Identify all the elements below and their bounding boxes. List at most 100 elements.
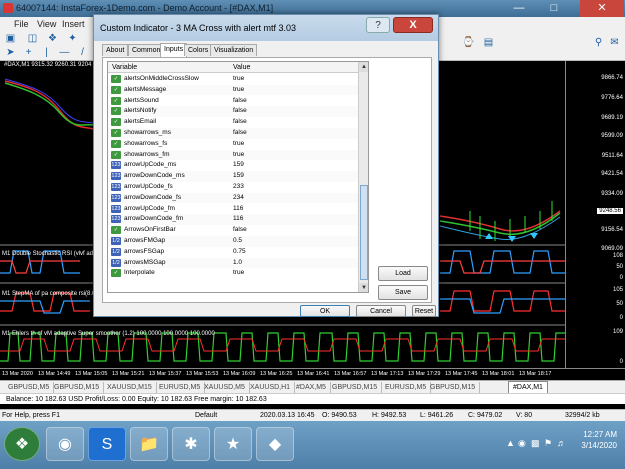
param-value[interactable]: 0.5 [233, 236, 242, 247]
tab-chart[interactable]: XAUUSD,M5 [200, 382, 250, 393]
help-button[interactable]: ? [366, 17, 390, 33]
tab-chart[interactable]: EURUSD,M5 [155, 382, 206, 393]
tab-chart[interactable]: XAUUSD,H1 [246, 382, 296, 393]
column-variable[interactable]: Variable [112, 62, 137, 73]
search-icon[interactable]: ⚲ [592, 37, 605, 48]
tab-chart[interactable]: EURUSD,M5 [381, 382, 432, 393]
grid-scrollbar[interactable]: ▲ ▼ [358, 62, 368, 292]
param-row[interactable]: 123 arrowUpCode_ms 159 [108, 160, 358, 171]
chrome-taskbar-icon[interactable]: ◉ [46, 427, 84, 461]
zoom-clock-icon[interactable]: ⌚ [462, 37, 475, 48]
vertical-line-icon[interactable]: | [40, 47, 53, 58]
chat-icon[interactable]: ✉ [608, 37, 621, 48]
param-name: arrowsMSGap [124, 258, 166, 266]
market-watch-icon[interactable]: ✦ [66, 33, 79, 44]
horizontal-line-icon[interactable]: — [58, 47, 71, 58]
menu-view[interactable]: View [37, 19, 56, 29]
param-value[interactable]: 0.75 [233, 247, 246, 258]
tab-chart[interactable]: XAUUSD,M15 [103, 382, 157, 393]
cancel-button[interactable]: Cancel [356, 305, 406, 317]
tab-chart[interactable]: GBPUSD,M5 [4, 382, 55, 393]
load-button[interactable]: Load [378, 266, 428, 281]
explorer-taskbar-icon[interactable]: 📁 [130, 427, 168, 461]
param-row[interactable]: ✓ ArrowsOnFirstBar false [108, 225, 358, 236]
param-row[interactable]: ✓ Interpolate true [108, 268, 358, 279]
clock[interactable]: 12:27 AM 3/14/2020 [581, 429, 617, 451]
param-value[interactable]: true [233, 74, 244, 85]
param-row[interactable]: 123 arrowDownCode_fs 234 [108, 192, 358, 204]
tray-chevron-icon[interactable]: ▲ [506, 438, 515, 448]
param-row[interactable]: ✓ showarrows_fs true [108, 139, 358, 150]
new-order-icon[interactable]: ▣ [4, 33, 17, 44]
param-value[interactable]: true [233, 139, 244, 150]
scroll-up-icon[interactable]: ▲ [359, 62, 368, 72]
tray-network-icon[interactable]: ▩ [531, 438, 540, 449]
start-button[interactable]: ❖ [4, 427, 40, 461]
param-row[interactable]: ✓ alertsEmail false [108, 117, 358, 128]
param-row[interactable]: 1/2 arrowsFSGap 0.75 [108, 247, 358, 258]
param-row[interactable]: ✓ alertsSound false [108, 96, 358, 107]
param-value[interactable]: false [233, 117, 247, 128]
param-row[interactable]: ✓ alertsOnMiddleCrossSlow true [108, 74, 358, 85]
tab-colors[interactable]: Colors [184, 44, 213, 56]
profiles-icon[interactable]: ◫ [26, 33, 39, 44]
tab-chart[interactable]: GBPUSD,M15 [50, 382, 105, 393]
minimize-button[interactable]: — [505, 0, 533, 17]
param-value[interactable]: 116 [233, 204, 243, 215]
menu-insert[interactable]: Insert [62, 19, 85, 29]
tool-taskbar-icon[interactable]: ◆ [256, 427, 294, 461]
param-value[interactable]: 234 [233, 193, 244, 204]
crosshair-icon[interactable]: + [22, 47, 35, 58]
param-value[interactable]: false [233, 106, 247, 117]
param-value[interactable]: 159 [233, 171, 244, 182]
navigator-icon[interactable]: ❖ [46, 33, 59, 44]
param-row[interactable]: ✓ showarrows_fm true [108, 149, 358, 161]
cursor-icon[interactable]: ➤ [4, 47, 17, 58]
param-value[interactable]: 159 [233, 160, 244, 171]
tab-about[interactable]: About [102, 44, 129, 56]
param-value[interactable]: true [233, 150, 244, 161]
app-taskbar-icon[interactable]: ✱ [172, 427, 210, 461]
close-button[interactable]: ✕ [580, 0, 624, 17]
ok-button[interactable]: OK [300, 305, 350, 317]
tray-volume-icon[interactable]: ♬ [557, 438, 566, 448]
metatrader-taskbar-icon[interactable]: ★ [214, 427, 252, 461]
param-value[interactable]: false [233, 96, 247, 107]
scroll-thumb[interactable] [360, 185, 368, 280]
param-value[interactable]: true [233, 85, 244, 96]
save-button[interactable]: Save [378, 285, 428, 300]
time-label: 13 Mar 16:41 [297, 371, 330, 377]
tab-chart[interactable]: #DAX,M5 [292, 382, 331, 393]
tab-chart[interactable]: GBPUSD,M15 [426, 382, 481, 393]
tab-common[interactable]: Common [128, 44, 165, 56]
dialog-close-button[interactable]: X [393, 17, 433, 33]
reset-button[interactable]: Reset [412, 305, 436, 317]
param-row[interactable]: 123 arrowDownCode_fm 116 [108, 214, 358, 225]
param-row[interactable]: 1/2 arrowsFMGap 0.5 [108, 236, 358, 247]
tray-shield-icon[interactable]: ◉ [518, 438, 526, 449]
trendline-icon[interactable]: / [76, 47, 89, 58]
tab-visualization[interactable]: Visualization [210, 44, 258, 56]
param-value[interactable]: 233 [233, 182, 244, 193]
param-value[interactable]: false [233, 128, 247, 139]
menu-file[interactable]: File [14, 19, 29, 29]
param-value[interactable]: false [233, 225, 247, 236]
param-row[interactable]: 123 arrowUpCode_fm 116 [108, 204, 358, 215]
param-row[interactable]: 1/2 arrowsMSGap 1.0 [108, 257, 358, 269]
tray-flag-icon[interactable]: ⚑ [544, 438, 552, 449]
param-value[interactable]: true [233, 268, 244, 279]
skype-taskbar-icon[interactable]: S [88, 427, 126, 461]
templates-icon[interactable]: ▤ [482, 37, 495, 48]
param-row[interactable]: 123 arrowUpCode_fs 233 [108, 182, 358, 193]
param-value[interactable]: 1.0 [233, 258, 242, 269]
param-row[interactable]: ✓ alertsNotify false [108, 106, 358, 117]
scroll-down-icon[interactable]: ▼ [359, 283, 368, 292]
param-row[interactable]: ✓ alertsMessage true [108, 84, 358, 96]
maximize-button[interactable]: □ [540, 0, 568, 17]
param-row[interactable]: 123 arrowDownCode_ms 159 [108, 171, 358, 182]
param-row[interactable]: ✓ showarrows_ms false [108, 128, 358, 139]
column-value[interactable]: Value [233, 62, 250, 73]
status-profile[interactable]: Default [195, 412, 217, 419]
tab-chart[interactable]: GBPUSD,M15 [328, 382, 383, 393]
param-value[interactable]: 116 [233, 214, 243, 225]
